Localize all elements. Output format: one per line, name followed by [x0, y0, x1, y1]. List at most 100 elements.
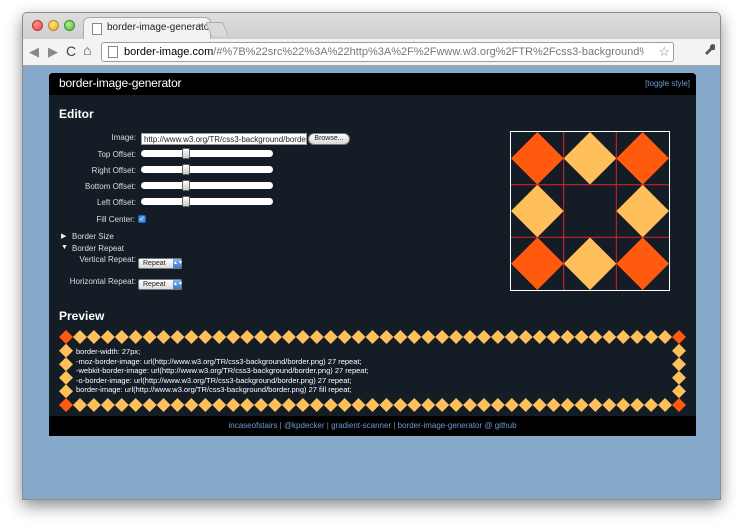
slice-preview-image[interactable]	[510, 131, 670, 291]
css-code-output: border-width: 27px; -moz-border-image: u…	[76, 347, 369, 395]
edge-diamond	[574, 398, 589, 412]
fill-center-checkbox[interactable]: ✓	[138, 215, 146, 223]
reload-icon[interactable]: C	[66, 43, 76, 59]
edge-diamond	[184, 398, 199, 412]
browse-button[interactable]: Browse...	[308, 133, 350, 145]
close-tab-icon[interactable]: ×	[198, 21, 204, 32]
edge-diamond	[365, 398, 380, 412]
border-repeat-toggle[interactable]: Border Repeat	[72, 244, 124, 253]
edge-diamond	[379, 330, 394, 344]
edge-diamond	[616, 398, 631, 412]
edge-diamond	[393, 330, 408, 344]
page-icon	[108, 46, 118, 58]
edge-diamond	[476, 398, 491, 412]
edge-diamond	[504, 398, 519, 412]
code-line: -o-border-image: url(http://www.w3.org/T…	[76, 375, 352, 385]
address-bar[interactable]: border-image.com/#%7B%22src%22%3A%22http…	[101, 42, 674, 62]
select-arrows-icon: ▲▼	[173, 280, 183, 289]
edge-diamond	[170, 330, 185, 344]
right-offset-label: Right Offset:	[91, 166, 136, 175]
edge-diamond	[86, 398, 101, 412]
edge-diamond	[198, 398, 213, 412]
code-line: -moz-border-image: url(http://www.w3.org…	[76, 356, 362, 366]
image-label: Image:	[111, 133, 136, 142]
code-line: border-width: 27px;	[76, 347, 141, 356]
edge-diamond	[170, 398, 185, 412]
fill-center-label: Fill Center:	[96, 215, 135, 224]
edge-diamond	[156, 330, 171, 344]
edge-diamond	[407, 330, 422, 344]
home-icon[interactable]: ⌂	[83, 42, 91, 58]
bookmark-star-icon[interactable]: ☆	[658, 44, 670, 60]
corner-diamond	[59, 398, 73, 412]
collapsed-triangle-icon[interactable]: ▶	[61, 232, 66, 240]
slider-thumb[interactable]	[182, 148, 190, 159]
footer-link-kpdecker[interactable]: @kpdecker	[284, 421, 325, 430]
corner-diamond	[616, 132, 669, 185]
footer-link-incaseofstairs[interactable]: incaseofstairs	[228, 421, 277, 430]
footer-separator: |	[393, 421, 396, 430]
edge-diamond	[546, 398, 561, 412]
edge-diamond	[156, 398, 171, 412]
edge-diamond	[476, 330, 491, 344]
slider-thumb[interactable]	[182, 164, 190, 175]
tab-title: border-image-generator	[107, 22, 213, 33]
browser-toolbar: ◀ ▶ C ⌂ border-image.com/#%7B%22src%22%3…	[23, 39, 720, 66]
horizontal-repeat-value: Repeat	[143, 281, 166, 288]
back-icon[interactable]: ◀	[29, 44, 39, 60]
edge-diamond	[672, 384, 686, 399]
preview-heading: Preview	[59, 309, 105, 323]
select-arrows-icon: ▲▼	[173, 259, 183, 268]
top-offset-slider[interactable]	[141, 148, 273, 159]
edge-diamond	[435, 330, 450, 344]
edge-diamond	[295, 330, 310, 344]
edge-diamond	[560, 398, 575, 412]
tab-border-image-generator[interactable]: border-image-generator ×	[83, 17, 213, 39]
app-title: border-image-generator	[59, 76, 182, 90]
url-text[interactable]: border-image.com/#%7B%22src%22%3A%22http…	[124, 46, 644, 58]
slider-thumb[interactable]	[182, 196, 190, 207]
edge-diamond	[602, 398, 617, 412]
bottom-offset-slider[interactable]	[141, 180, 273, 191]
edge-diamond	[563, 132, 617, 185]
image-url-input[interactable]: http://www.w3.org/TR/css3-background/bor…	[141, 133, 307, 145]
wrench-menu-icon[interactable]	[703, 43, 716, 58]
edge-diamond	[672, 357, 686, 372]
edge-diamond	[212, 330, 227, 344]
minimize-window-button[interactable]	[48, 20, 59, 31]
page-content: border-image-generator [toggle style] Ed…	[23, 67, 720, 499]
forward-icon[interactable]: ▶	[48, 44, 58, 60]
edge-diamond	[532, 398, 547, 412]
right-offset-slider[interactable]	[141, 164, 273, 175]
code-line: -webkit-border-image: url(http://www.w3.…	[76, 366, 369, 375]
edge-diamond	[309, 330, 324, 344]
expanded-triangle-icon[interactable]: ▼	[61, 244, 68, 251]
slider-thumb[interactable]	[182, 180, 190, 191]
edge-diamond	[309, 398, 324, 412]
top-offset-label: Top Offset:	[97, 150, 136, 159]
footer-link-gradient-scanner[interactable]: gradient-scanner	[331, 421, 391, 430]
edge-diamond	[226, 330, 241, 344]
edge-diamond	[337, 330, 352, 344]
vertical-repeat-select[interactable]: Repeat ▲▼	[138, 258, 183, 269]
close-window-button[interactable]	[32, 20, 43, 31]
left-offset-slider[interactable]	[141, 196, 273, 207]
zoom-window-button[interactable]	[64, 20, 75, 31]
edge-diamond	[546, 330, 561, 344]
footer-link-github[interactable]: border-image-generator @ github	[398, 421, 517, 430]
edge-diamond	[142, 398, 157, 412]
edge-diamond	[240, 398, 255, 412]
horizontal-repeat-select[interactable]: Repeat ▲▼	[138, 279, 183, 290]
horizontal-repeat-label: Horizontal Repeat:	[69, 277, 136, 286]
edge-diamond	[658, 398, 673, 412]
edge-diamond	[658, 330, 673, 344]
border-size-toggle[interactable]: Border Size	[72, 232, 114, 241]
edge-diamond	[672, 370, 686, 385]
border-preview: border-width: 27px; -moz-border-image: u…	[59, 330, 686, 412]
edge-diamond	[254, 398, 269, 412]
edge-diamond	[449, 330, 464, 344]
toggle-style-link[interactable]: [toggle style]	[645, 79, 690, 88]
edge-diamond	[267, 398, 282, 412]
edge-diamond	[490, 330, 505, 344]
edge-diamond	[421, 330, 436, 344]
